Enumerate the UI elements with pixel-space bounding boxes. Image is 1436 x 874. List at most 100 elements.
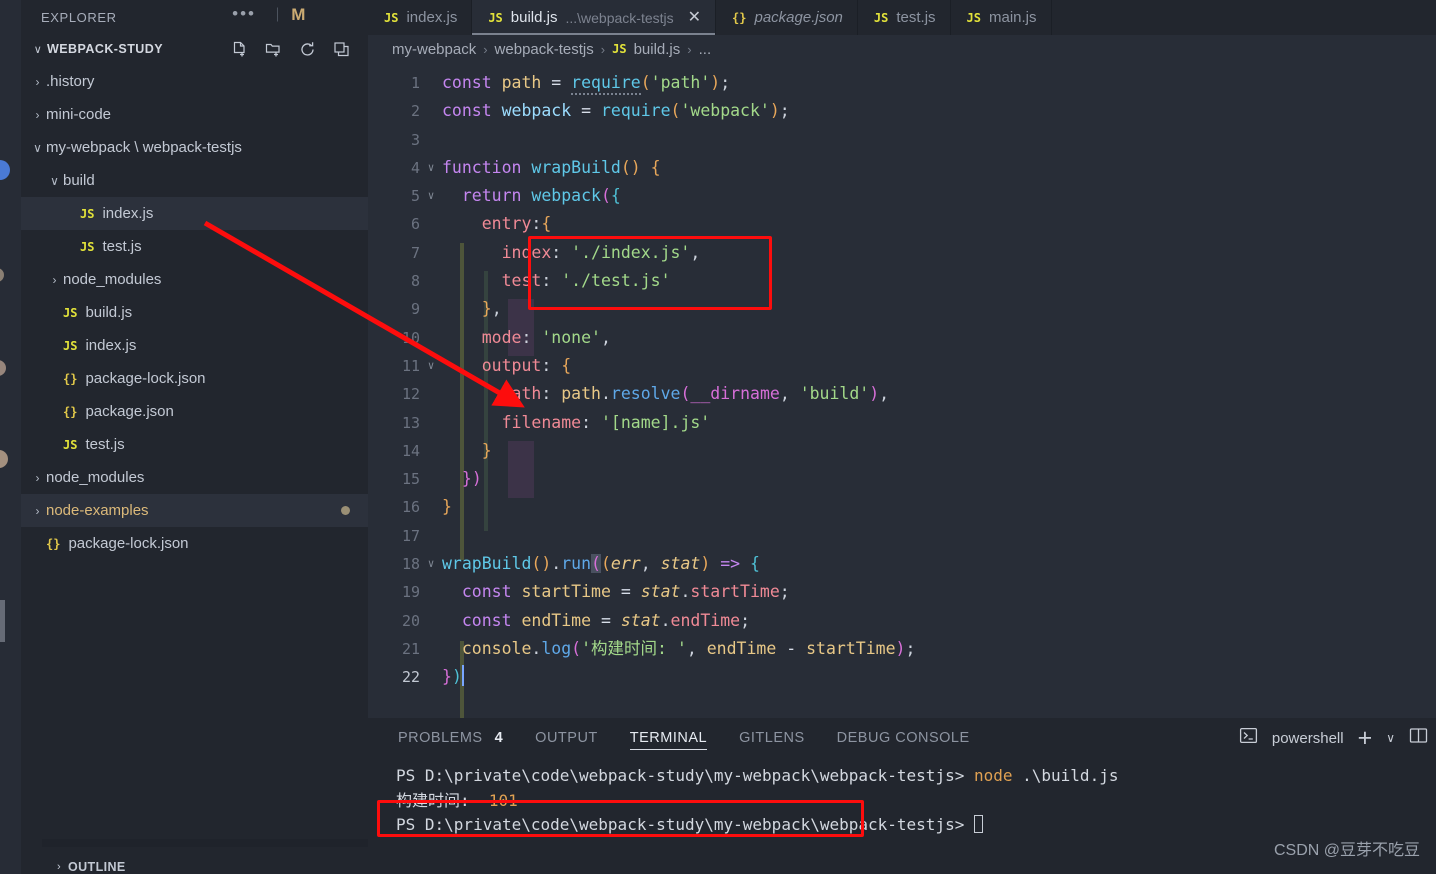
tree-item-index-js[interactable]: JS index.js xyxy=(21,197,368,230)
split-terminal-icon[interactable] xyxy=(1409,726,1428,750)
line-text: mode: 'none', xyxy=(481,327,611,347)
close-icon[interactable]: ✕ xyxy=(688,9,701,26)
line-number: 10 xyxy=(401,328,420,347)
sidebar-divider xyxy=(42,839,389,847)
breadcrumb-item[interactable]: build.js xyxy=(634,41,681,58)
chevron-down-icon: ∨ xyxy=(33,140,42,155)
code-line-3[interactable]: 3 xyxy=(368,126,1436,154)
fold-chevron-icon[interactable]: ∨ xyxy=(420,550,442,578)
panel-tab-terminal[interactable]: TERMINAL xyxy=(629,718,708,758)
tab-path-suffix: ...\webpack-testjs xyxy=(565,9,674,26)
tree-item-test-js[interactable]: JS test.js xyxy=(21,230,368,263)
fold-chevron-icon[interactable]: ∨ xyxy=(420,182,442,210)
terminal-line-2: 构建时间: 101 xyxy=(396,789,1436,814)
tree-item-node-examples[interactable]: › node-examples xyxy=(21,494,368,527)
code-line-19[interactable]: 19 const startTime = stat.startTime; xyxy=(368,578,1436,606)
tree-item-node-modules[interactable]: › node_modules xyxy=(21,263,368,296)
tree-item-label: index.js xyxy=(85,337,137,354)
activity-badge-1 xyxy=(0,268,4,282)
panel-tab-gitlens[interactable]: GITLENS xyxy=(739,718,805,758)
tree-item-label: node-examples xyxy=(46,502,149,519)
line-number: 21 xyxy=(401,639,420,658)
fold-chevron-icon[interactable]: ∨ xyxy=(420,352,442,380)
chevron-down-icon[interactable]: ∨ xyxy=(1386,731,1395,745)
code-line-1[interactable]: 1 const path = require('path'); xyxy=(368,69,1436,97)
git-modified-badge[interactable]: ｜ M xyxy=(271,0,306,30)
panel-tab-label: GITLENS xyxy=(739,730,805,746)
tree-item-my-webpack-webpack-testjs[interactable]: ∨ my-webpack \ webpack-testjs xyxy=(21,131,368,164)
tree-item-build-js[interactable]: JS build.js xyxy=(21,296,368,329)
tab-build-js[interactable]: JS build.js ...\webpack-testjs ✕ xyxy=(472,0,717,35)
outline-section[interactable]: › OUTLINE xyxy=(42,847,389,874)
fold-chevron-icon[interactable]: ∨ xyxy=(420,154,442,182)
code-line-6[interactable]: 6 entry:{ xyxy=(368,210,1436,238)
code-line-16[interactable]: 16} xyxy=(368,493,1436,521)
section-header-webpack-study[interactable]: ∨ WEBPACK-STUDY xyxy=(21,35,368,63)
ellipsis-icon[interactable]: ••• xyxy=(232,4,256,24)
code-line-21[interactable]: 21 console.log('构建时间: ', endTime - start… xyxy=(368,635,1436,663)
panel-tab-output[interactable]: OUTPUT xyxy=(535,718,598,758)
code-line-17[interactable]: 17 xyxy=(368,522,1436,550)
code-editor[interactable]: 1 const path = require('path'); 2 const web… xyxy=(368,63,1436,718)
editor-tab-bar[interactable]: JS index.js JS build.js ...\webpack-testjs ✕ {… xyxy=(368,0,1436,35)
code-line-13[interactable]: 13 filename: '[name].js' xyxy=(368,409,1436,437)
tree-item-mini-code[interactable]: › mini-code xyxy=(21,98,368,131)
code-line-7[interactable]: 7 index: './index.js', xyxy=(368,239,1436,267)
breadcrumb-item[interactable]: webpack-testjs xyxy=(495,41,594,58)
code-line-18[interactable]: 18 ∨ wrapBuild().run((err, stat) => { xyxy=(368,550,1436,578)
new-terminal-icon[interactable]: + xyxy=(1358,725,1373,751)
terminal-output[interactable]: PS D:\private\code\webpack-study\my-webp… xyxy=(368,758,1436,838)
code-line-20[interactable]: 20 const endTime = stat.endTime; xyxy=(368,607,1436,635)
line-text: filename: '[name].js' xyxy=(501,412,711,432)
code-line-10[interactable]: 10 mode: 'none', xyxy=(368,324,1436,352)
breadcrumb[interactable]: my-webpack › webpack-testjs › JS build.js ›... xyxy=(368,35,1436,63)
code-line-14[interactable]: 14 } xyxy=(368,437,1436,465)
code-line-15[interactable]: 15 }) xyxy=(368,465,1436,493)
code-line-22[interactable]: 22}) xyxy=(368,663,1436,691)
new-folder-icon[interactable] xyxy=(265,41,282,58)
tab-label: main.js xyxy=(988,9,1037,26)
code-line-9[interactable]: 9 }, xyxy=(368,295,1436,323)
code-line-2[interactable]: 2 const webpack = require('webpack'); xyxy=(368,97,1436,125)
new-file-icon[interactable] xyxy=(231,41,248,58)
line-text: output: { xyxy=(481,355,572,375)
tree-item-label: package-lock.json xyxy=(68,535,189,552)
file-tree[interactable]: › .history › mini-code ∨ my-webpack \ webpack… xyxy=(21,63,368,560)
breadcrumb-item[interactable]: my-webpack xyxy=(392,41,476,58)
tab-package-json[interactable]: {} package.json xyxy=(716,0,858,35)
code-line-4[interactable]: 4 ∨ function wrapBuild() { xyxy=(368,154,1436,182)
code-line-8[interactable]: 8 test: './test.js' xyxy=(368,267,1436,295)
refresh-icon[interactable] xyxy=(299,41,316,58)
tree-item-node-modules[interactable]: › node_modules xyxy=(21,461,368,494)
panel-tab-problems[interactable]: PROBLEMS 4 xyxy=(398,718,503,758)
code-line-11[interactable]: 11 ∨ output: { xyxy=(368,352,1436,380)
tree-item-test-js[interactable]: JS test.js xyxy=(21,428,368,461)
shell-label[interactable]: powershell xyxy=(1272,730,1344,747)
terminal-prompt: 构建时间: xyxy=(396,790,489,810)
line-number: 22 xyxy=(401,668,420,687)
activity-bar[interactable] xyxy=(0,0,21,874)
tree-item-build[interactable]: ∨ build xyxy=(21,164,368,197)
panel-tab-debug-console[interactable]: DEBUG CONSOLE xyxy=(837,718,970,758)
chevron-right-icon: › xyxy=(56,861,62,873)
collapse-all-icon[interactable] xyxy=(333,41,350,58)
tree-item-package-json[interactable]: {} package.json xyxy=(21,395,368,428)
tree-item-label: test.js xyxy=(85,436,125,453)
chevron-right-icon: › xyxy=(35,503,40,518)
tab-index-js[interactable]: JS index.js xyxy=(368,0,473,35)
code-content[interactable]: 1 const path = require('path'); 2 const web… xyxy=(368,63,1436,718)
panel-tab-label: TERMINAL xyxy=(629,730,708,746)
tree-item--history[interactable]: › .history xyxy=(21,65,368,98)
code-line-5[interactable]: 5 ∨ return webpack({ xyxy=(368,182,1436,210)
tree-item-index-js[interactable]: JS index.js xyxy=(21,329,368,362)
tab-test-js[interactable]: JS test.js xyxy=(858,0,951,35)
breadcrumb-item[interactable]: ... xyxy=(699,41,712,58)
code-line-12[interactable]: 12 path: path.resolve(__dirname, 'build'… xyxy=(368,380,1436,408)
tree-item-package-lock-json[interactable]: {} package-lock.json xyxy=(21,362,368,395)
tab-main-js[interactable]: JS main.js xyxy=(951,0,1052,35)
terminal-icon[interactable] xyxy=(1239,726,1258,750)
tab-label: build.js xyxy=(510,9,558,26)
tree-item-label: package-lock.json xyxy=(85,370,206,387)
watermark: CSDN @豆芽不吃豆 xyxy=(1273,842,1420,859)
tree-item-package-lock-json[interactable]: {} package-lock.json xyxy=(21,527,368,560)
